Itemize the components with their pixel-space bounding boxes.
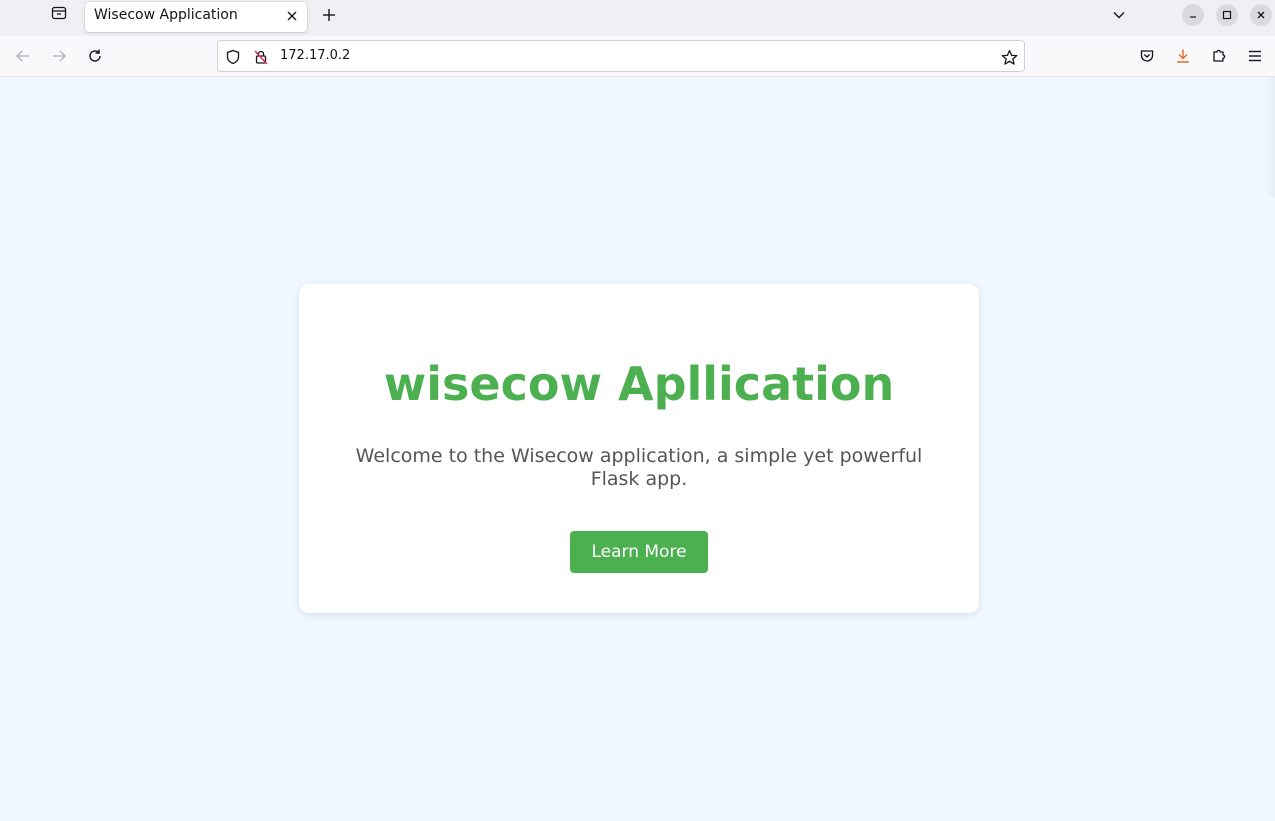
welcome-card: wisecow Apllication Welcome to the Wisec… [299,284,979,613]
shield-icon [226,49,240,65]
maximize-button[interactable] [1216,4,1238,26]
hamburger-icon [1249,50,1261,62]
reload-button[interactable] [85,46,105,66]
page-title: wisecow Apllication [383,357,895,411]
arrow-left-icon [16,50,29,62]
close-tab-button[interactable] [285,9,299,23]
site-security-button[interactable] [252,48,270,66]
puzzle-icon [1213,49,1226,62]
close-icon [287,11,297,21]
reload-icon [89,49,101,62]
url-text[interactable]: 172.17.0.2 [280,48,350,63]
maximize-icon [1222,10,1232,20]
new-tab-button[interactable] [318,4,340,26]
pocket-icon [1140,50,1154,62]
extensions-button[interactable] [1209,46,1229,66]
address-bar[interactable]: 172.17.0.2 [217,40,1025,72]
window-close-button[interactable] [1250,4,1272,26]
app-menu-button[interactable] [1245,46,1265,66]
minimize-button[interactable] [1182,4,1204,26]
welcome-text: Welcome to the Wisecow application, a si… [355,445,923,490]
navigation-toolbar: 172.17.0.2 [0,36,1275,77]
chevron-down-icon [1113,12,1125,19]
page-viewport: wisecow Apllication Welcome to the Wisec… [0,77,1275,821]
tab-list-icon [51,5,67,25]
tab-list-button[interactable] [41,0,77,30]
tab-strip: Wisecow Application [0,0,1275,36]
forward-button[interactable] [49,46,69,66]
bookmark-button[interactable] [1000,48,1018,66]
close-icon [1257,11,1265,19]
list-all-tabs-button[interactable] [1108,4,1130,26]
star-icon [1001,49,1017,65]
plus-icon [323,9,335,21]
arrow-right-icon [53,50,66,62]
pocket-button[interactable] [1137,46,1157,66]
back-button[interactable] [13,46,33,66]
learn-more-button[interactable]: Learn More [570,531,708,573]
downloads-button[interactable] [1173,46,1193,66]
tab-title: Wisecow Application [94,7,238,23]
tracking-protection-button[interactable] [224,48,242,66]
scroll-edge [1267,77,1275,197]
lock-slash-icon [254,50,268,65]
download-icon [1177,49,1189,63]
minimize-icon [1190,16,1196,18]
tab-active[interactable]: Wisecow Application [85,2,307,32]
